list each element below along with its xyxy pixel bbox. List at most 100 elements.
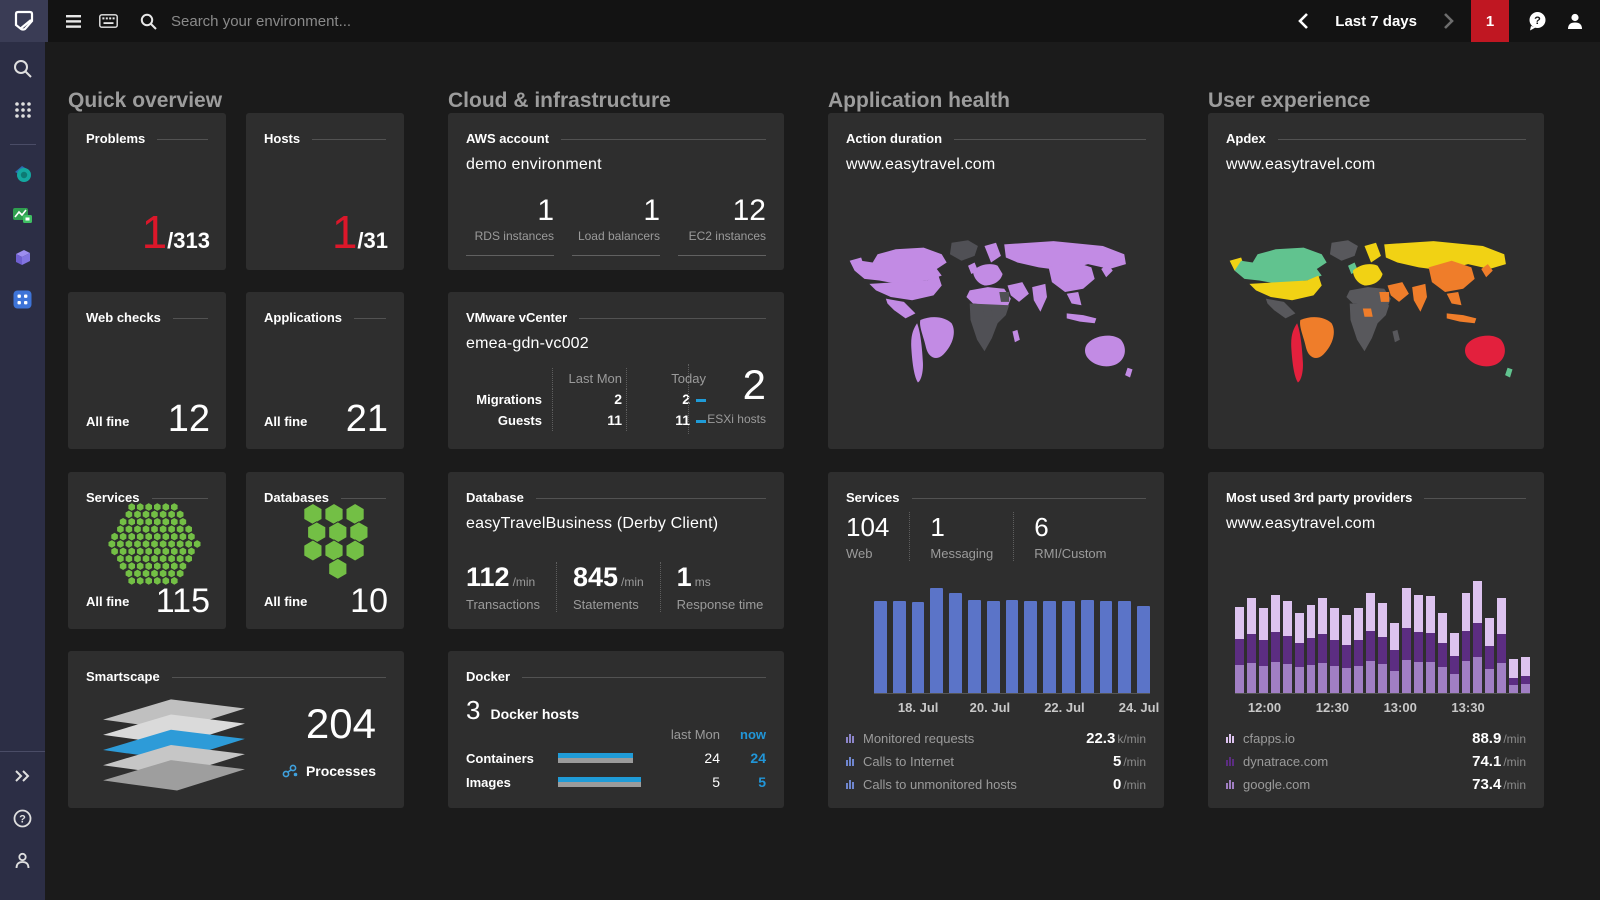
problem-hosts-value: 1 [331,206,358,258]
stacked-bar[interactable] [1258,608,1268,693]
stacked-bar[interactable] [1342,615,1352,693]
metric-list-item[interactable]: Calls to Internet 5/min [846,750,1146,773]
sidebar-search-icon[interactable] [11,56,35,80]
help-icon[interactable]: ? [11,806,35,830]
bar[interactable] [1024,600,1038,693]
hexagon [192,539,202,549]
tile-smartscape[interactable]: Smartscape 204 Processes [68,651,404,808]
bar-segment [1449,674,1459,693]
search-icon[interactable] [140,13,157,30]
bar[interactable] [967,599,981,693]
stacked-bar[interactable] [1449,633,1459,693]
tile-problems[interactable]: Problems 1 /313 [68,113,226,270]
tile-services-detail[interactable]: Services 104 Web 1 Messaging 6 RMI/Custom 1… [828,472,1164,808]
bar-segment [1354,640,1364,666]
notification-badge[interactable]: 1 [1471,0,1509,42]
time-forward-icon[interactable] [1443,12,1455,30]
tile-hosts[interactable]: Hosts 1 /31 [246,113,404,270]
bar-segment [1473,657,1483,693]
stacked-bar[interactable] [1235,607,1244,693]
time-range-selector[interactable]: Last 7 days [1335,13,1417,30]
tile-web-checks[interactable]: Web checks All fine 12 [68,292,226,449]
bar[interactable] [1118,600,1132,693]
web-monitoring-icon[interactable] [11,203,35,227]
application-name: www.easytravel.com [1226,156,1376,173]
infrastructure-icon[interactable] [11,245,35,269]
tile-docker[interactable]: Docker 3 Docker hosts last Mon now Conta… [448,651,784,808]
bar-segment [1473,623,1483,657]
hub-icon[interactable] [11,287,35,311]
tile-applications[interactable]: Applications All fine 21 [246,292,404,449]
tile-action-duration[interactable]: Action duration www.easytravel.com [828,113,1164,449]
stacked-bar[interactable] [1437,613,1447,693]
map-region-china [1428,260,1475,293]
stacked-bar[interactable] [1497,598,1507,693]
bar[interactable] [930,588,944,693]
apps-grid-icon[interactable] [11,98,35,122]
stacked-bar[interactable] [1282,601,1292,693]
stacked-bar[interactable] [1509,659,1519,693]
bar-segment [1378,603,1387,637]
col-now: now [740,727,766,742]
metric-list-item[interactable]: Calls to unmonitored hosts 0/min [846,773,1146,796]
stacked-bar[interactable] [1389,623,1399,693]
stacked-bar[interactable] [1306,605,1316,693]
metric-list-item[interactable]: cfapps.io 88.9/min [1226,727,1526,750]
bar[interactable] [1080,599,1094,693]
time-back-icon[interactable] [1297,12,1309,30]
bar[interactable] [911,601,925,693]
stacked-bar[interactable] [1378,603,1387,693]
expand-rail-icon[interactable] [11,764,35,788]
stacked-bar[interactable] [1521,657,1531,693]
menu-icon[interactable] [66,14,81,28]
stacked-bar[interactable] [1366,593,1376,693]
tile-services-overview[interactable]: Services All fine 115 [68,472,226,629]
stacked-bar[interactable] [1270,595,1280,693]
stacked-bar[interactable] [1413,595,1423,693]
bar[interactable] [1137,605,1150,693]
stacked-bar[interactable] [1246,598,1256,693]
keyboard-icon[interactable] [99,14,118,28]
stacked-bar[interactable] [1461,593,1471,693]
title-rule [579,318,766,319]
bar[interactable] [892,600,906,693]
tile-database[interactable]: Database easyTravelBusiness (Derby Clien… [448,472,784,629]
action-duration-world-map [849,240,1133,383]
feedback-icon[interactable]: ? [1527,11,1548,31]
x-tick: 13:30 [1451,700,1485,715]
bar-segment [1449,656,1459,674]
metric-list-item[interactable]: dynatrace.com 74.1/min [1226,750,1526,773]
stacked-bar[interactable] [1354,608,1364,693]
bar[interactable] [986,600,1000,693]
bar[interactable] [1099,600,1113,693]
action-duration-map-wrap [848,211,1144,429]
stacked-bar[interactable] [1294,613,1304,693]
bar[interactable] [1005,599,1019,693]
bar[interactable] [949,593,962,693]
metric-list-item[interactable]: Monitored requests 22.3 k/min [846,727,1146,750]
stacked-bar[interactable] [1330,608,1340,693]
tile-databases-overview[interactable]: Databases All fine 10 [246,472,404,629]
svg-text:?: ? [19,813,26,825]
stacked-bar[interactable] [1425,596,1435,693]
tile-aws-account[interactable]: AWS account demo environment 1 RDS instan… [448,113,784,270]
tile-apdex[interactable]: Apdex www.easytravel.com [1208,113,1544,449]
bar[interactable] [1043,600,1056,693]
stacked-bar[interactable] [1485,618,1495,693]
user-icon[interactable] [1566,12,1584,30]
account-icon[interactable] [11,848,35,872]
metric-list-item[interactable]: google.com 73.4/min [1226,773,1526,796]
search-input[interactable] [169,11,489,31]
top-bar-right: Last 7 days 1 ? [1297,0,1600,42]
stacked-bar[interactable] [1318,598,1328,693]
metric-web: 104 Web [846,512,890,561]
tile-3rd-party-providers[interactable]: Most used 3rd party providers www.easytr… [1208,472,1544,808]
app-monitoring-icon[interactable] [11,161,35,185]
stacked-bar[interactable] [1473,581,1483,693]
bar[interactable] [1061,600,1075,693]
stacked-bar[interactable] [1401,588,1411,693]
dynatrace-logo[interactable] [0,0,48,42]
tile-vmware-vcenter[interactable]: VMware vCenter emea-gdn-vc002 Last Mon T… [448,292,784,449]
bar[interactable] [874,600,887,693]
bar-segment [1497,663,1507,693]
